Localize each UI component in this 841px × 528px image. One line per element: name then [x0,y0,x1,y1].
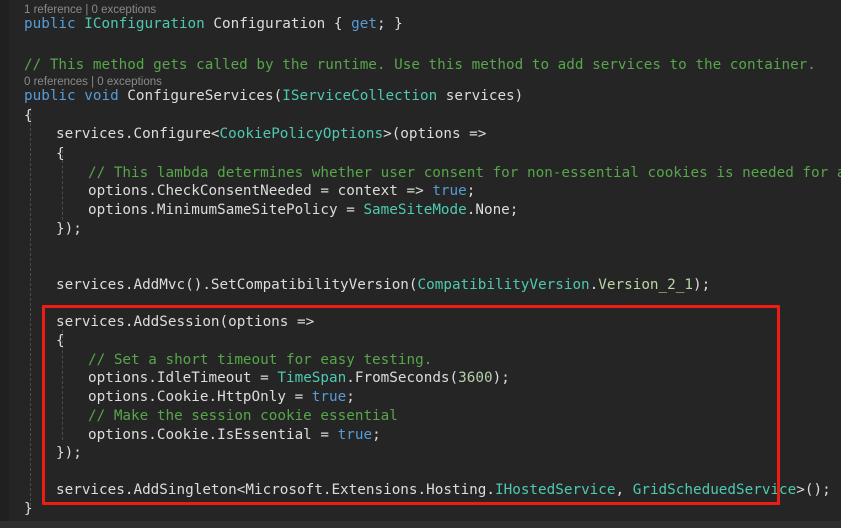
code-token-pln [76,16,85,32]
code-token-pln: services.AddSession(options => [56,314,315,330]
code-token-pln: services.Configure< [56,126,220,142]
code-line[interactable]: options.CheckConsentNeeded = context => … [88,181,475,201]
code-token-enm: Version_2_1 [598,277,693,293]
code-token-pln: ); [492,370,510,386]
code-token-kw: get [351,16,377,32]
code-token-pln: services) [437,88,524,104]
code-token-pln: services.AddMvc().SetCompatibilityVersio… [56,277,418,293]
code-token-pln: services.AddSingleton< [56,482,246,498]
code-token-pln: ; [466,183,476,199]
code-token-pln: { [56,333,65,349]
code-token-pln: Microsoft [245,482,323,498]
code-token-pln: ConfigureServices( [118,88,283,104]
code-token-cmt: // Make the session cookie essential [88,408,398,424]
code-line[interactable]: services.AddMvc().SetCompatibilityVersio… [56,275,710,295]
code-token-pln: { [24,108,33,124]
code-text-layer[interactable]: public IConfiguration Configuration { ge… [0,0,841,522]
code-token-pln: options.MinimumSameSitePolicy = [88,202,364,218]
code-token-typ: CompatibilityVersion [417,277,590,293]
code-token-pln: }); [56,221,82,237]
code-editor-pane[interactable]: 1 reference | 0 exceptions 0 references |… [0,0,841,528]
code-token-typ: IServiceCollection [282,88,438,104]
code-line[interactable]: options.IdleTimeout = TimeSpan.FromSecon… [88,368,510,388]
code-token-pln: ; [346,389,355,405]
code-line[interactable]: services.AddSession(options => [56,312,314,332]
code-line[interactable]: { [56,144,65,164]
code-token-pln: ; [372,427,381,443]
code-token-pln: .None; [466,202,519,218]
code-line[interactable]: // This lambda determines whether user c… [88,163,841,183]
code-token-typ: IHostedService [495,482,616,498]
code-token-typ: CookiePolicyOptions [219,126,384,142]
code-token-kw: public [24,88,76,104]
code-token-kw: true [432,183,467,199]
code-token-num: 3600 [458,370,493,386]
code-token-cmt: // This method gets called by the runtim… [24,57,816,73]
code-token-kw: true [337,427,373,443]
code-token-pln: .FromSeconds( [346,370,459,386]
code-token-pln [76,88,85,104]
code-line[interactable]: // This method gets called by the runtim… [24,55,816,75]
code-line[interactable]: services.AddSingleton<Microsoft.Extensio… [56,480,831,500]
code-token-pln: ); [692,277,711,293]
code-token-pln: >(); [796,482,831,498]
code-token-typ: TimeSpan [277,370,347,386]
code-line[interactable]: // Set a short timeout for easy testing. [88,350,432,370]
code-token-pln: Configuration { [204,16,352,32]
code-token-pln: options.CheckConsentNeeded = context => [88,183,433,199]
code-token-pln: }); [56,445,82,461]
code-line[interactable]: options.Cookie.IsEssential = true; [88,425,381,445]
code-token-pln: options.Cookie.HttpOnly = [88,389,312,405]
code-line[interactable]: { [56,331,65,351]
code-token-pln: } [24,501,33,517]
code-token-cmt: // Set a short timeout for easy testing. [88,352,433,368]
code-token-kw: public [24,16,76,32]
code-line[interactable]: } [24,499,33,519]
code-line[interactable]: services.Configure<CookiePolicyOptions>(… [56,124,486,144]
code-line[interactable]: public void ConfigureServices(IServiceCo… [24,86,523,106]
code-token-pln: . [589,277,599,293]
code-token-pln: { [56,146,65,162]
code-token-kw: true [311,389,347,405]
code-line[interactable]: }); [56,443,82,463]
code-line[interactable]: public IConfiguration Configuration { ge… [24,14,403,34]
code-token-pln: >(options => [383,126,487,142]
code-token-pln: , [615,482,633,498]
code-token-pln: options.IdleTimeout = [88,370,278,386]
horizontal-scrollbar[interactable] [0,521,841,528]
code-line[interactable]: { [24,106,33,126]
code-token-pln: ; } [376,16,403,32]
code-line[interactable]: options.Cookie.HttpOnly = true; [88,387,355,407]
code-line[interactable]: // Make the session cookie essential [88,406,398,426]
code-token-cmt: // This lambda determines whether user c… [88,165,841,181]
code-line[interactable]: options.MinimumSameSitePolicy = SameSite… [88,200,518,220]
code-token-kw: void [84,88,119,104]
code-token-typ: IConfiguration [84,16,205,32]
code-token-typ: GridScheduedService [632,482,797,498]
code-token-pln: options.Cookie.IsEssential = [88,427,338,443]
code-line[interactable]: }); [56,219,82,239]
code-token-pln: .Extensions.Hosting. [322,482,495,498]
code-token-typ: SameSiteMode [363,202,467,218]
